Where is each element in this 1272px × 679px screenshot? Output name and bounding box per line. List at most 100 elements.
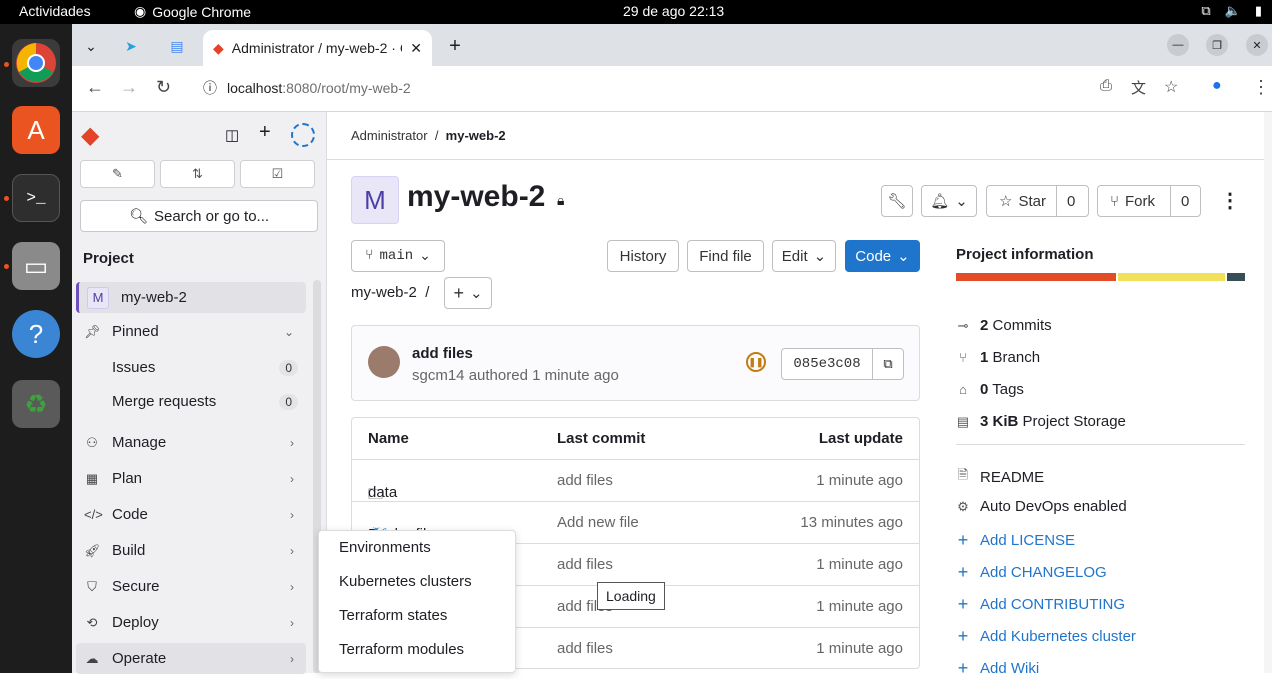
site-info-icon[interactable]: ⓘ [203, 78, 217, 98]
sidebar-item-secure[interactable]: ⛉ Secure › [76, 571, 306, 602]
profile-icon[interactable]: ● [1212, 77, 1222, 95]
tab-search-button[interactable]: ⌄ [78, 33, 104, 59]
minimize-button[interactable]: — [1167, 34, 1189, 56]
auto-devops-link[interactable]: ⚙ Auto DevOps enabled [956, 498, 1127, 515]
sidebar-item-deploy[interactable]: ⟲ Deploy › [76, 607, 306, 638]
plus-icon: + [957, 562, 969, 582]
sidebar-section-title: Project [83, 250, 134, 267]
todo-shortcut-icon[interactable]: ☑ [240, 160, 315, 188]
commit-message[interactable]: add files [412, 345, 473, 362]
bookmark-star-icon[interactable]: ☆ [1164, 77, 1178, 97]
create-new-icon[interactable]: + [259, 121, 271, 144]
language-bar[interactable] [956, 273, 1245, 281]
add-kubernetes-link[interactable]: + Add Kubernetes cluster [956, 626, 1136, 647]
page-scrollbar[interactable] [1264, 112, 1272, 673]
tab-gitlab[interactable]: ◆ Administrator / my-web-2 · GitLab ✕ [203, 30, 432, 66]
table-row[interactable]: 🗀 data add files 1 minute ago [352, 460, 919, 503]
url-bar[interactable]: ⓘ localhost:8080/root/my-web-2 [191, 73, 1191, 103]
forward-button[interactable]: → [120, 77, 138, 98]
search-input[interactable]: 🔍︎ Search or go to... [80, 200, 318, 232]
star-icon: ☆ [999, 193, 1013, 210]
pipeline-status-icon[interactable]: ❚❚ [746, 352, 766, 372]
edit-dropdown[interactable]: Edit ⌄ [772, 240, 836, 272]
history-button[interactable]: History [607, 240, 679, 272]
flyout-item-environments[interactable]: Environments [319, 531, 515, 565]
author-avatar[interactable] [368, 346, 400, 378]
copy-sha-icon[interactable]: ⧉ [872, 348, 904, 380]
collapse-sidebar-icon[interactable]: ◫ [225, 126, 239, 144]
sidebar-item-project[interactable]: Mmy-web-2 [76, 282, 306, 313]
add-wiki-link[interactable]: + Add Wiki [956, 658, 1039, 679]
chrome-dock-icon[interactable] [12, 39, 60, 87]
terminal-icon[interactable]: >_ [12, 174, 60, 222]
gitlab-logo-icon[interactable]: ◆ [81, 121, 99, 150]
star-button[interactable]: ☆ Star 0 [986, 185, 1089, 217]
readme-link[interactable]: 🗎 README [956, 466, 1044, 488]
sidebar-item-manage[interactable]: ⚇ Manage › [76, 427, 306, 458]
chevron-right-icon: › [290, 615, 294, 630]
sidebar-item-plan[interactable]: ▦ Plan › [76, 463, 306, 494]
docs-tab-icon[interactable]: ▤ [164, 33, 190, 59]
flyout-item-kubernetes[interactable]: Kubernetes clusters [319, 565, 515, 599]
running-indicator [4, 62, 9, 67]
sidebar-item-build[interactable]: 🚀︎ Build › [76, 535, 306, 566]
breadcrumb-project[interactable]: my-web-2 [446, 128, 506, 143]
branches-link[interactable]: ⑂ 1 Branch [956, 349, 1040, 366]
storage-link[interactable]: ▤ 3 KiB Project Storage [956, 413, 1126, 430]
new-tab-button[interactable]: + [442, 33, 468, 59]
add-license-link[interactable]: + Add LICENSE [956, 530, 1075, 551]
commit-sha[interactable]: 085e3c08 [781, 348, 873, 380]
activities-button[interactable]: Actividades [19, 3, 91, 19]
tags-link[interactable]: ⌂ 0 Tags [956, 381, 1024, 398]
notifications-button[interactable]: 🔔︎ ⌄ [921, 185, 977, 217]
reload-button[interactable]: ↻ [156, 77, 171, 98]
translate-icon[interactable]: 文 [1131, 77, 1146, 98]
system-tray[interactable]: ⧉ 🔈 ▮ [1201, 3, 1262, 19]
commits-link[interactable]: ⊸ 2 Commits [956, 317, 1052, 334]
close-tab-icon[interactable]: ✕ [410, 40, 422, 57]
help-icon[interactable]: ? [12, 310, 60, 358]
chrome-menu-icon[interactable]: ⋮ [1252, 77, 1270, 98]
sidebar-shortcuts: ✎ ⇅ ☑ [80, 160, 315, 188]
sidebar-item-merge-requests[interactable]: Merge requests 0 [76, 386, 306, 417]
repo-path[interactable]: my-web-2 / [351, 284, 429, 301]
fork-button[interactable]: ⑂ Fork 0 [1097, 185, 1201, 217]
telegram-tab-icon[interactable]: ➤ [118, 33, 144, 59]
maximize-button[interactable]: ❐ [1206, 34, 1228, 56]
clock[interactable]: 29 de ago 22:13 [623, 3, 724, 19]
loading-tooltip: Loading [597, 582, 665, 610]
trash-icon[interactable]: ♻ [12, 380, 60, 428]
close-window-button[interactable]: ✕ [1246, 34, 1268, 56]
page-title: my-web-2 [407, 180, 546, 213]
pin-icon: 📌︎ [84, 323, 101, 339]
install-app-icon[interactable]: ⎙ [1100, 77, 1112, 94]
active-app[interactable]: ◉ Google Chrome [134, 3, 251, 20]
flyout-item-terraform-states[interactable]: Terraform states [319, 599, 515, 633]
sidebar-top: ◆ ◫ + [81, 121, 317, 151]
add-contributing-link[interactable]: + Add CONTRIBUTING [956, 594, 1125, 615]
sidebar-item-code[interactable]: </> Code › [76, 499, 306, 530]
software-center-icon[interactable]: A [12, 106, 60, 154]
more-actions-icon[interactable]: ⋮ [1220, 188, 1240, 213]
breadcrumb-root[interactable]: Administrator [351, 128, 428, 143]
user-avatar[interactable] [291, 123, 315, 147]
cloud-gear-icon: ☁ [85, 650, 99, 666]
back-button[interactable]: ← [86, 77, 104, 98]
commit-icon: ⊸ [957, 317, 969, 333]
sidebar-item-pinned[interactable]: 📌︎ Pinned ⌄ [76, 316, 306, 347]
sidebar-item-issues[interactable]: Issues 0 [76, 352, 306, 383]
files-icon[interactable]: ▭ [12, 242, 60, 290]
find-file-button[interactable]: Find file [687, 240, 764, 272]
branch-selector[interactable]: ⑂ main ⌄ [351, 240, 445, 272]
merge-requests-shortcut-icon[interactable]: ⇅ [160, 160, 235, 188]
add-changelog-link[interactable]: + Add CHANGELOG [956, 562, 1107, 583]
fork-icon: ⑂ [1110, 192, 1120, 210]
add-to-tree-button[interactable]: + ⌄ [444, 277, 492, 309]
last-commit-panel: add files sgcm14 authored 1 minute ago ❚… [351, 325, 920, 401]
issues-shortcut-icon[interactable]: ✎ [80, 160, 155, 188]
flyout-item-terraform-modules[interactable]: Terraform modules [319, 633, 515, 667]
code-dropdown[interactable]: Code ⌄ [845, 240, 920, 272]
commit-author: sgcm14 authored 1 minute ago [412, 367, 619, 384]
settings-wrench-button[interactable]: 🔧︎ [881, 185, 913, 217]
sidebar-item-operate[interactable]: ☁ Operate › [76, 643, 306, 674]
